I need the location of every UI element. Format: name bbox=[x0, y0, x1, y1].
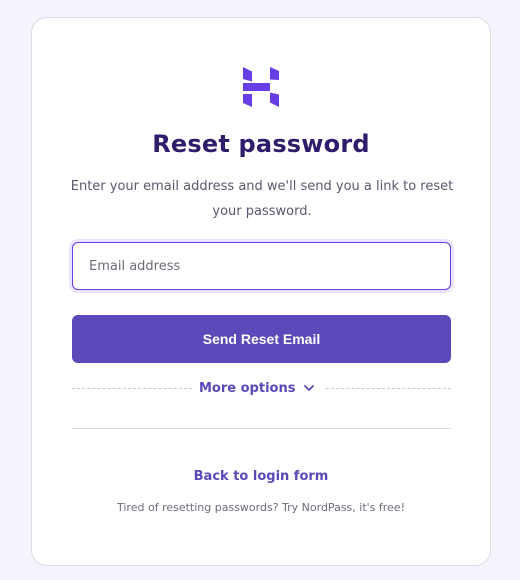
nordpass-promo-text: Tired of resetting passwords? Try NordPa… bbox=[117, 501, 405, 514]
page-title: Reset password bbox=[152, 130, 370, 158]
divider-right bbox=[326, 388, 451, 389]
back-to-login-link[interactable]: Back to login form bbox=[32, 469, 490, 484]
page-subtitle: Enter your email address and we'll send … bbox=[70, 179, 454, 219]
more-options-toggle[interactable]: More options bbox=[199, 377, 315, 399]
reset-password-card: Reset password Enter your email address … bbox=[31, 17, 491, 566]
more-options-row: More options bbox=[72, 377, 451, 399]
email-field[interactable] bbox=[72, 242, 451, 290]
chevron-down-icon bbox=[304, 385, 315, 391]
send-reset-email-button[interactable]: Send Reset Email bbox=[72, 315, 451, 363]
hostinger-logo-icon bbox=[243, 67, 279, 107]
separator bbox=[72, 428, 451, 429]
divider-left bbox=[72, 388, 192, 389]
more-options-label: More options bbox=[199, 380, 296, 396]
